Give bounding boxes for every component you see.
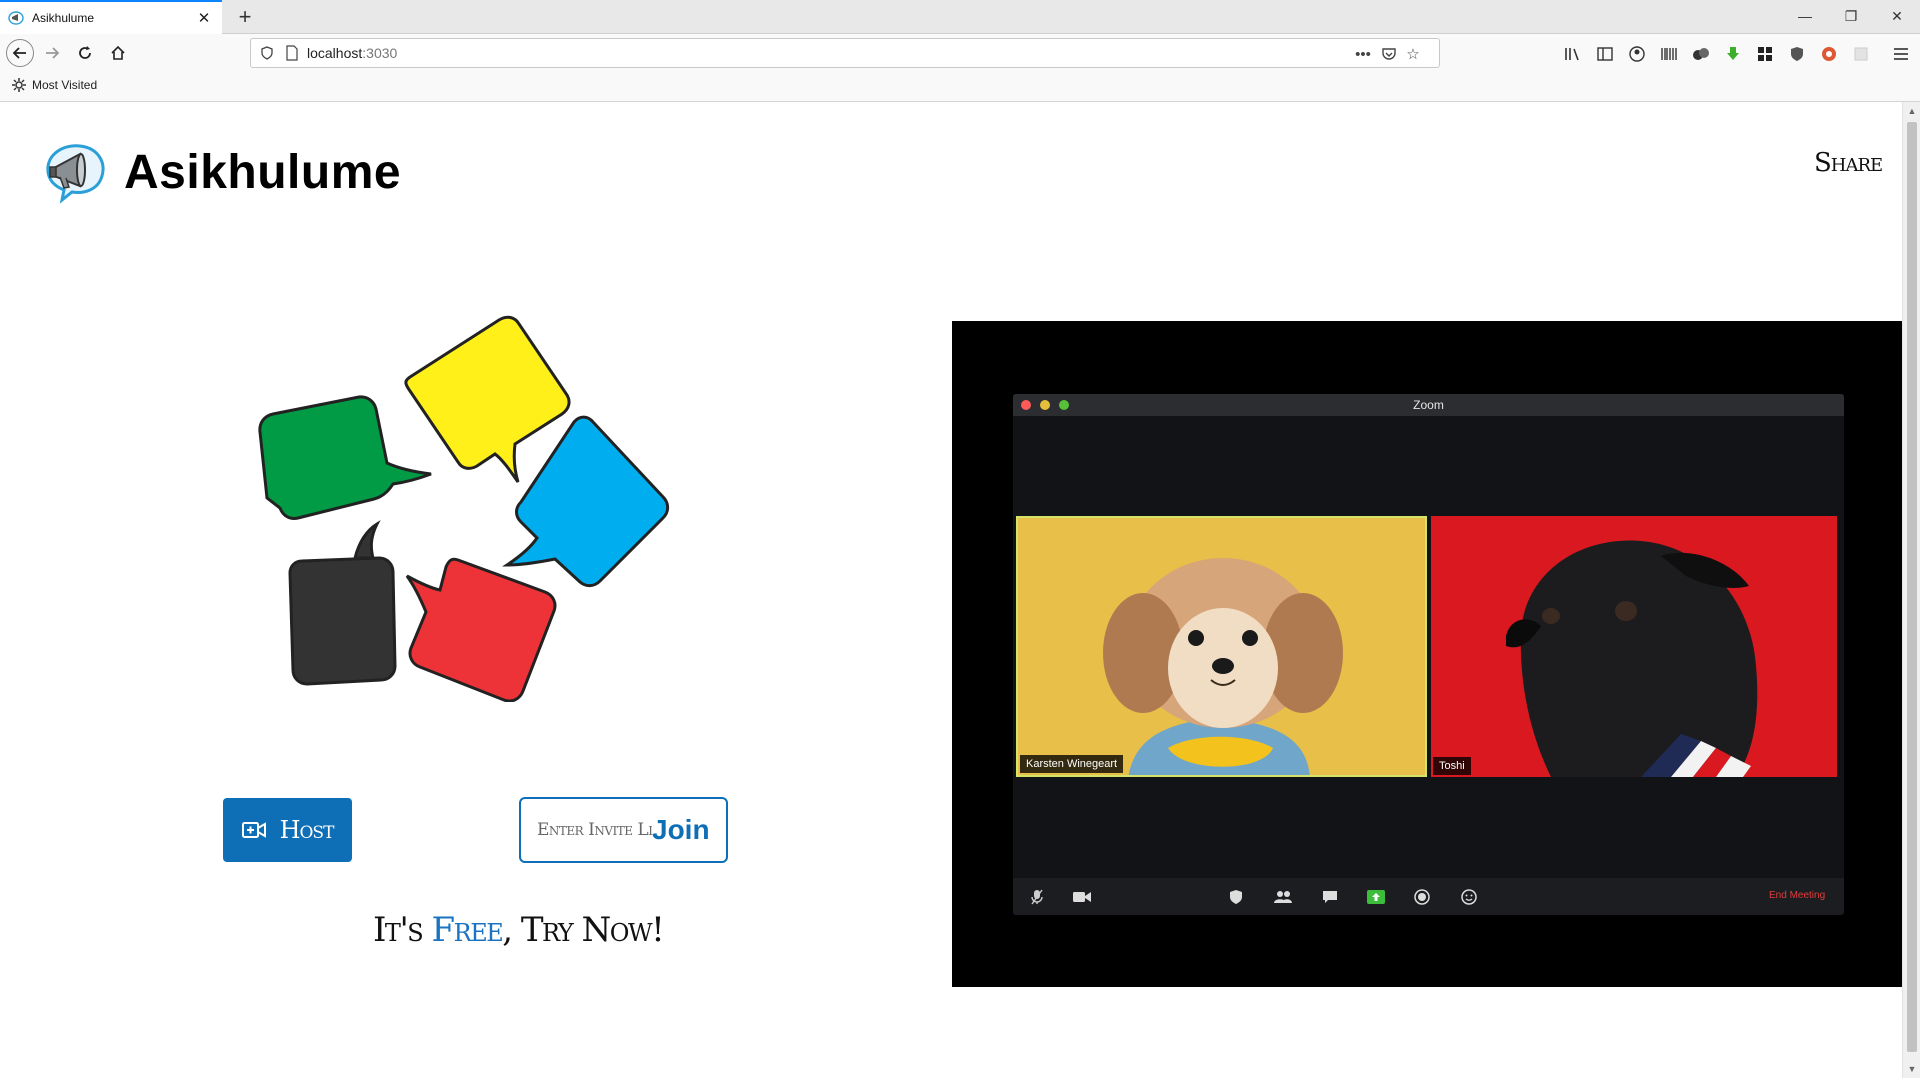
invite-link-input[interactable] bbox=[537, 820, 652, 840]
red-speech-bubble bbox=[405, 557, 557, 702]
pocket-icon[interactable] bbox=[1379, 44, 1399, 64]
zoom-control-bar: End Meeting bbox=[1013, 878, 1844, 915]
zoom-title-bar: Zoom bbox=[1013, 394, 1844, 416]
security-icon[interactable] bbox=[1227, 888, 1245, 906]
meeting-preview: Zoom Karsten Winegeart Toshi End Meeting bbox=[952, 321, 1902, 987]
reactions-icon[interactable] bbox=[1460, 888, 1478, 906]
close-tab-icon[interactable]: ✕ bbox=[194, 9, 214, 27]
page-scrollbar[interactable]: ▲ ▼ bbox=[1902, 102, 1920, 1078]
url-text: localhost:3030 bbox=[307, 45, 398, 61]
mute-microphone-icon[interactable] bbox=[1028, 888, 1046, 906]
zoom-dot-icon bbox=[1059, 400, 1069, 410]
close-dot-icon bbox=[1021, 400, 1031, 410]
participant-name-tag: Karsten Winegeart bbox=[1020, 755, 1124, 773]
speech-bubbles-logo bbox=[258, 315, 670, 702]
scrollbar-thumb[interactable] bbox=[1907, 122, 1917, 1052]
megaphone-icon bbox=[8, 11, 24, 25]
close-window-button[interactable]: ✕ bbox=[1874, 0, 1920, 34]
download-extension-icon[interactable] bbox=[1722, 43, 1744, 65]
most-visited-bookmark[interactable]: Most Visited bbox=[12, 78, 97, 92]
scroll-down-icon[interactable]: ▼ bbox=[1903, 1060, 1920, 1078]
apps-grid-icon[interactable] bbox=[1754, 43, 1776, 65]
address-bar[interactable]: localhost:3030 ••• ☆ bbox=[250, 38, 1440, 68]
account-icon[interactable] bbox=[1626, 43, 1648, 65]
participant-tile: Karsten Winegeart bbox=[1016, 516, 1427, 777]
bookmark-label: Most Visited bbox=[32, 78, 98, 92]
minimize-dot-icon bbox=[1040, 400, 1050, 410]
page-actions-icon[interactable]: ••• bbox=[1353, 44, 1373, 64]
page-content: Asikhulume Share Host Join It's Free, Tr… bbox=[0, 102, 1902, 1078]
tagline-suffix: , Try Now! bbox=[502, 910, 665, 950]
menu-icon[interactable] bbox=[1890, 43, 1912, 65]
reload-button[interactable] bbox=[71, 39, 99, 67]
browser-nav-bar: localhost:3030 ••• ☆ bbox=[0, 34, 1920, 72]
scroll-up-icon[interactable]: ▲ bbox=[1903, 102, 1920, 120]
bookmark-star-icon[interactable]: ☆ bbox=[1403, 44, 1423, 64]
extension-placeholder-icon[interactable] bbox=[1850, 43, 1872, 65]
gear-icon bbox=[12, 78, 26, 92]
ublock-shield-icon[interactable] bbox=[1786, 43, 1808, 65]
dark-speech-bubble bbox=[288, 520, 397, 686]
browser-tab[interactable]: Asikhulume ✕ bbox=[0, 0, 222, 34]
tagline: It's Free, Try Now! bbox=[373, 910, 665, 950]
join-button[interactable]: Join bbox=[652, 814, 710, 846]
back-button[interactable] bbox=[6, 39, 34, 67]
sidebar-icon[interactable] bbox=[1594, 43, 1616, 65]
home-icon bbox=[111, 45, 125, 60]
end-meeting-button[interactable]: End Meeting bbox=[1769, 890, 1825, 901]
minimize-button[interactable]: — bbox=[1782, 0, 1828, 34]
bookmarks-toolbar: Most Visited bbox=[0, 72, 1920, 102]
record-icon[interactable] bbox=[1413, 888, 1431, 906]
megaphone-logo-icon bbox=[46, 144, 105, 204]
page-icon bbox=[286, 45, 298, 61]
yellow-speech-bubble bbox=[404, 315, 571, 483]
zoom-window: Zoom Karsten Winegeart Toshi End Meeting bbox=[1013, 394, 1844, 915]
green-speech-bubble bbox=[258, 395, 432, 520]
tampermonkey-extension-icon[interactable] bbox=[1690, 43, 1712, 65]
join-form: Join bbox=[519, 797, 728, 863]
new-tab-button[interactable]: + bbox=[232, 4, 258, 30]
home-button[interactable] bbox=[104, 39, 132, 67]
pug-photo bbox=[1431, 516, 1837, 777]
reload-icon bbox=[79, 46, 91, 59]
tagline-prefix: It's bbox=[373, 910, 432, 950]
brand-name: Asikhulume bbox=[124, 145, 402, 199]
video-plus-icon bbox=[241, 822, 266, 838]
brand[interactable]: Asikhulume bbox=[40, 140, 401, 204]
shield-icon[interactable] bbox=[259, 45, 275, 61]
forward-arrow-icon bbox=[46, 47, 60, 59]
share-link[interactable]: Share bbox=[1814, 148, 1883, 178]
forward-button[interactable] bbox=[38, 39, 66, 67]
library-icon[interactable] bbox=[1562, 43, 1584, 65]
participants-icon[interactable] bbox=[1274, 888, 1292, 906]
participant-tile: Toshi bbox=[1431, 516, 1837, 777]
browser-tab-bar: Asikhulume ✕ + — ❐ ✕ bbox=[0, 0, 1920, 34]
dog-photo bbox=[1018, 518, 1425, 775]
blue-speech-bubble bbox=[502, 415, 670, 588]
tab-title: Asikhulume bbox=[32, 11, 95, 25]
barcode-extension-icon[interactable] bbox=[1658, 43, 1680, 65]
back-arrow-icon bbox=[12, 47, 26, 59]
video-camera-icon[interactable] bbox=[1073, 888, 1091, 906]
participant-name-tag: Toshi bbox=[1433, 757, 1471, 775]
restore-button[interactable]: ❐ bbox=[1828, 0, 1874, 34]
duckduckgo-icon[interactable] bbox=[1818, 43, 1840, 65]
share-screen-icon[interactable] bbox=[1367, 888, 1385, 906]
chat-icon[interactable] bbox=[1321, 888, 1339, 906]
host-button[interactable]: Host bbox=[223, 798, 352, 862]
tagline-free: Free bbox=[431, 910, 504, 950]
host-button-label: Host bbox=[279, 816, 335, 844]
